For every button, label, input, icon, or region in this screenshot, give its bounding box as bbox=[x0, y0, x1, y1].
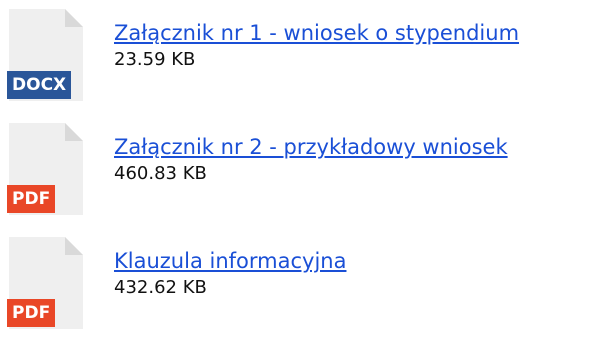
attachment-link[interactable]: Załącznik nr 2 - przykładowy wniosek bbox=[114, 134, 508, 160]
attachments-list: DOCX Załącznik nr 1 - wniosek o stypendi… bbox=[0, 0, 595, 341]
file-type-badge: PDF bbox=[7, 299, 56, 327]
file-size: 23.59 KB bbox=[114, 49, 196, 70]
docx-file-icon[interactable]: DOCX bbox=[7, 9, 83, 101]
file-type-badge: DOCX bbox=[7, 71, 72, 99]
attachment-link[interactable]: Załącznik nr 1 - wniosek o stypendium bbox=[114, 20, 519, 46]
pdf-file-icon[interactable]: PDF bbox=[7, 123, 83, 215]
file-size: 460.83 KB bbox=[114, 163, 207, 184]
attachment-item: DOCX Załącznik nr 1 - wniosek o stypendi… bbox=[0, 0, 595, 110]
file-type-badge: PDF bbox=[7, 185, 56, 213]
pdf-file-icon[interactable]: PDF bbox=[7, 237, 83, 329]
attachment-link[interactable]: Klauzula informacyjna bbox=[114, 248, 346, 274]
file-size: 432.62 KB bbox=[114, 277, 207, 298]
attachment-item: PDF Załącznik nr 2 - przykładowy wniosek… bbox=[0, 114, 595, 224]
attachment-item: PDF Klauzula informacyjna 432.62 KB bbox=[0, 228, 595, 338]
